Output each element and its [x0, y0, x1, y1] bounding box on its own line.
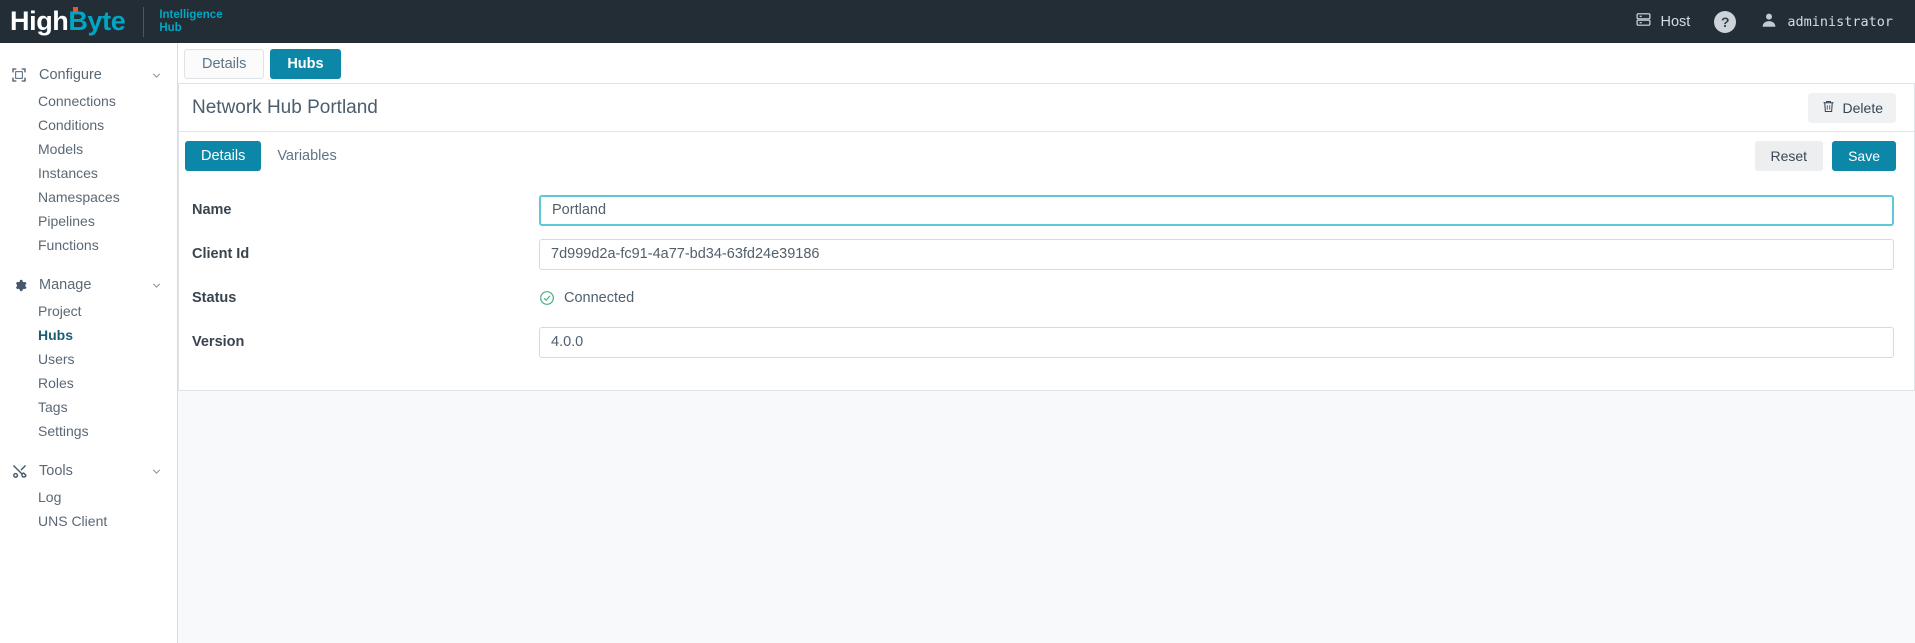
chevron-down-icon[interactable]: [150, 69, 163, 82]
logo-high: High: [10, 6, 68, 36]
page-title: Network Hub Portland: [192, 97, 378, 119]
gear-icon: [10, 276, 28, 294]
status-value: Connected: [539, 290, 1894, 306]
save-button[interactable]: Save: [1832, 141, 1896, 171]
check-circle-icon: [539, 290, 555, 306]
form-row-status: Status Connected: [192, 276, 1894, 320]
trash-icon: [1821, 99, 1836, 117]
delete-button-label: Delete: [1843, 100, 1883, 116]
sidebar-gap-1: [0, 257, 177, 271]
sidebar-item-hubs[interactable]: Hubs: [0, 323, 177, 347]
sidebar-item-users[interactable]: Users: [0, 347, 177, 371]
logo-wordmark: HighByte: [10, 8, 125, 35]
main-content: Details Hubs Network Hub Portland Delete: [178, 43, 1915, 643]
sidebar-item-pipelines[interactable]: Pipelines: [0, 209, 177, 233]
reset-button[interactable]: Reset: [1755, 141, 1824, 171]
sidebar-section-label: Tools: [39, 463, 73, 479]
form-row-name: Name Portland: [192, 188, 1894, 232]
sidebar-item-conditions[interactable]: Conditions: [0, 113, 177, 137]
card-header: Network Hub Portland Delete: [179, 84, 1914, 132]
form-action-buttons: Reset Save: [1755, 141, 1897, 171]
delete-button[interactable]: Delete: [1808, 93, 1896, 123]
sidebar-section-tools[interactable]: Tools: [0, 457, 177, 485]
sidebar-gap-2: [0, 443, 177, 457]
subtab-details[interactable]: Details: [185, 141, 261, 171]
sidebar-item-project[interactable]: Project: [0, 299, 177, 323]
content-empty-area: [178, 391, 1915, 643]
logo-divider: [143, 7, 144, 37]
sidebar-section-configure[interactable]: Configure: [0, 61, 177, 89]
label-version: Version: [192, 334, 539, 350]
host-menu[interactable]: Host: [1635, 11, 1691, 32]
label-name: Name: [192, 202, 539, 218]
sidebar-item-functions[interactable]: Functions: [0, 233, 177, 257]
sidebar-item-namespaces[interactable]: Namespaces: [0, 185, 177, 209]
label-status: Status: [192, 290, 539, 306]
chevron-down-icon[interactable]: [150, 465, 163, 478]
logo-subtitle: Intelligence Hub: [159, 9, 222, 35]
form-row-client-id: Client Id 7d999d2a-fc91-4a77-bd34-63fd24…: [192, 232, 1894, 276]
sidebar: Configure Connections Conditions Models …: [0, 43, 178, 643]
sidebar-item-tags[interactable]: Tags: [0, 395, 177, 419]
form-row-version: Version 4.0.0: [192, 320, 1894, 364]
sidebar-item-log[interactable]: Log: [0, 485, 177, 509]
status-badge: Connected: [564, 290, 634, 306]
top-bar: HighByte Intelligence Hub Host ?: [0, 0, 1915, 43]
client-id-input[interactable]: 7d999d2a-fc91-4a77-bd34-63fd24e39186: [539, 239, 1894, 270]
sidebar-item-instances[interactable]: Instances: [0, 161, 177, 185]
question-mark-icon[interactable]: ?: [1714, 11, 1736, 33]
version-input[interactable]: 4.0.0: [539, 327, 1894, 358]
label-client-id: Client Id: [192, 246, 539, 262]
hub-details-form: Name Portland Client Id 7d999d2a-fc91-4a…: [179, 180, 1914, 390]
sidebar-item-uns-client[interactable]: UNS Client: [0, 509, 177, 533]
tools-icon: [10, 462, 28, 480]
chevron-down-icon[interactable]: [150, 279, 163, 292]
sub-tab-row: Details Variables Reset Save: [179, 132, 1914, 180]
hub-detail-card: Network Hub Portland Delete Details Vari…: [178, 84, 1915, 391]
top-bar-right: Host ? administrator: [1635, 11, 1894, 33]
logo-dot: [73, 7, 78, 12]
subtab-variables[interactable]: Variables: [261, 141, 352, 171]
user-menu[interactable]: administrator: [1760, 11, 1893, 33]
logo-subtitle-line2: Hub: [159, 22, 222, 35]
frame-corners-icon: [10, 66, 28, 84]
sidebar-section-label: Configure: [39, 67, 102, 83]
host-label: Host: [1661, 14, 1691, 30]
logo-subtitle-line1: Intelligence: [159, 9, 222, 22]
app-logo[interactable]: HighByte Intelligence Hub: [10, 0, 223, 43]
sidebar-section-manage[interactable]: Manage: [0, 271, 177, 299]
person-icon: [1760, 11, 1778, 33]
sidebar-item-settings[interactable]: Settings: [0, 419, 177, 443]
sidebar-item-connections[interactable]: Connections: [0, 89, 177, 113]
sidebar-section-label: Manage: [39, 277, 91, 293]
name-input[interactable]: Portland: [539, 195, 1894, 226]
sidebar-item-models[interactable]: Models: [0, 137, 177, 161]
user-name: administrator: [1787, 14, 1893, 30]
server-icon: [1635, 11, 1652, 32]
app-body: Configure Connections Conditions Models …: [0, 43, 1915, 643]
top-tab-strip: Details Hubs: [178, 43, 1915, 84]
tab-details[interactable]: Details: [184, 49, 264, 79]
sidebar-item-roles[interactable]: Roles: [0, 371, 177, 395]
tab-hubs[interactable]: Hubs: [270, 49, 340, 79]
